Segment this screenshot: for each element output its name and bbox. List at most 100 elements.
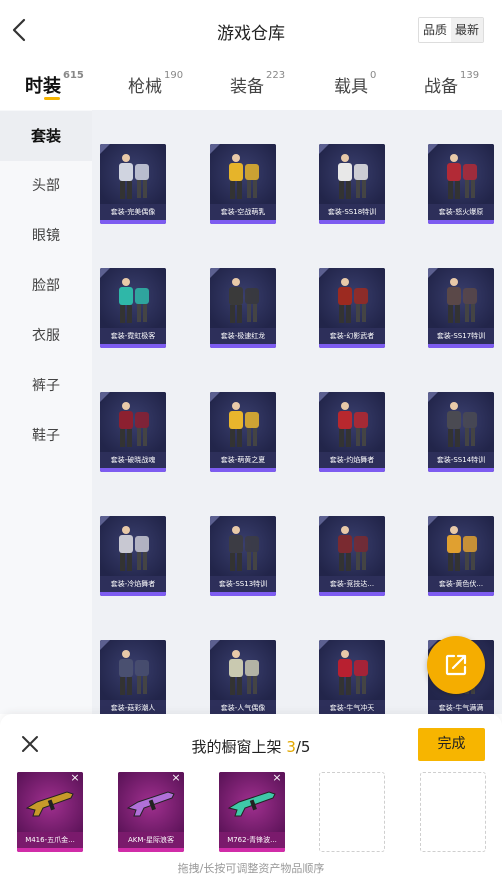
outfit-card[interactable]: 套装-幻影武者 [319,268,385,348]
rarity-bar [210,344,276,348]
rarity-bar [319,344,385,348]
remove-icon[interactable]: × [69,772,81,784]
outfit-card[interactable]: 套装-牛气冲天 [319,640,385,714]
corner-mark [210,144,220,154]
share-button[interactable] [427,636,485,694]
tab-label: 枪械 [128,77,162,97]
outfit-figure-icon [119,278,149,323]
showcase-count-current: 3 [286,738,296,756]
corner-mark [319,268,329,278]
outfit-card[interactable]: 套装-完美偶像 [100,144,166,224]
outfit-card[interactable]: 套装-怒火爆原 [428,144,494,224]
rarity-bar [100,592,166,596]
outfit-figure-icon [229,278,259,323]
outfit-card[interactable]: 套装-菇彩潮人 [100,640,166,714]
showcase-slot[interactable]: × M762-青锋波... [219,772,285,852]
outfit-card[interactable]: 套装-SS18特训 [319,144,385,224]
outfit-figure-icon [447,278,477,323]
weapon-name: M416-五爪金... [17,832,83,848]
sidebar-item-face[interactable]: 脸部 [0,261,92,311]
rarity-bar [210,220,276,224]
outfit-card[interactable]: 套装-冷焰舞者 [100,516,166,596]
outfit-figure-icon [119,154,149,199]
outfit-name: 套装-冷焰舞者 [100,576,166,592]
outfit-card[interactable]: 套装-空战萌乳 [210,144,276,224]
outfit-card[interactable]: 套装-极速红龙 [210,268,276,348]
remove-icon[interactable]: × [170,772,182,784]
rarity-bar [118,848,184,852]
sidebar-item-outfits[interactable]: 套装 [0,111,92,161]
sidebar-item-head[interactable]: 头部 [0,161,92,211]
sort-by-latest[interactable]: 最新 [450,18,483,42]
weapon-name: AKM-星际浪客 [118,832,184,848]
outfit-card[interactable]: 套装-灼焰舞者 [319,392,385,472]
outfit-card[interactable]: 套装-SS14特训 [428,392,494,472]
showcase-count-total: /5 [295,738,311,756]
tab-combat-supplies[interactable]: 战备139 [424,70,479,97]
rarity-bar [17,848,83,852]
outfit-card[interactable]: 套装-萌黄之夏 [210,392,276,472]
outfit-card[interactable]: 套装-人气偶像 [210,640,276,714]
corner-mark [428,392,438,402]
tab-vehicles[interactable]: 载具0 [334,70,376,97]
rifle-icon [25,791,74,817]
corner-mark [210,516,220,526]
outfit-figure-icon [338,526,368,571]
outfit-figure-icon [229,154,259,199]
rarity-bar [428,220,494,224]
outfit-name: 套装-破晓战魂 [100,452,166,468]
outfit-name: 套装-SS13特训 [210,576,276,592]
sidebar-item-shoes[interactable]: 鞋子 [0,411,92,461]
outfit-name: 套装-SS17特训 [428,328,494,344]
outfit-card[interactable]: 套装-黄色伏... [428,516,494,596]
outfit-figure-icon [338,650,368,695]
sidebar-item-pants[interactable]: 裤子 [0,361,92,411]
category-tabs: 时装615 枪械190 装备223 载具0 战备139 [0,60,502,108]
rarity-bar [100,468,166,472]
rarity-bar [319,592,385,596]
outfit-figure-icon [119,526,149,571]
rarity-bar [210,468,276,472]
outfit-card[interactable]: 套装-霓虹极客 [100,268,166,348]
empty-slot[interactable] [420,772,486,852]
tab-label: 装备 [230,77,264,97]
sidebar-item-clothes[interactable]: 衣服 [0,311,92,361]
outfit-figure-icon [447,402,477,447]
corner-mark [428,516,438,526]
outfit-figure-icon [119,402,149,447]
rarity-bar [319,468,385,472]
rarity-bar [100,344,166,348]
item-grid[interactable]: 套装-完美偶像 套装-空战萌乳 套装-SS18特训 套装-怒火爆原 套装-霓虹极客 套装-… [92,110,502,714]
outfit-figure-icon [338,154,368,199]
rarity-bar [219,848,285,852]
tab-count: 615 [63,70,84,81]
corner-mark [210,268,220,278]
outfit-name: 套装-牛气冲天 [319,700,385,714]
sort-toggle[interactable]: 品质 最新 [417,17,484,43]
remove-icon[interactable]: × [271,772,283,784]
outfit-name: 套装-菇彩潮人 [100,700,166,714]
outfit-name: 套装-幻影武者 [319,328,385,344]
sidebar-item-glasses[interactable]: 眼镜 [0,211,92,261]
outfit-card[interactable]: 套装-破晓战魂 [100,392,166,472]
tab-equipment[interactable]: 装备223 [230,70,285,97]
corner-mark [100,516,110,526]
outfit-card[interactable]: 套装-SS13特训 [210,516,276,596]
corner-mark [210,392,220,402]
outfit-card[interactable]: 套装-竞技达... [319,516,385,596]
sort-by-quality[interactable]: 品质 [418,18,451,42]
outfit-figure-icon [447,154,477,199]
showcase-slot[interactable]: × AKM-星际浪客 [118,772,184,852]
outfit-figure-icon [338,278,368,323]
corner-mark [100,392,110,402]
outfit-card[interactable]: 套装-SS17特训 [428,268,494,348]
tab-weapons[interactable]: 枪械190 [128,70,183,97]
outfit-name: 套装-极速红龙 [210,328,276,344]
outfit-name: 套装-SS14特训 [428,452,494,468]
showcase-slot[interactable]: × M416-五爪金... [17,772,83,852]
corner-mark [100,144,110,154]
tab-fashion[interactable]: 时装615 [25,70,84,98]
empty-slot[interactable] [319,772,385,852]
header: 游戏仓库 品质 最新 [0,0,502,60]
done-button[interactable]: 完成 [418,728,485,761]
